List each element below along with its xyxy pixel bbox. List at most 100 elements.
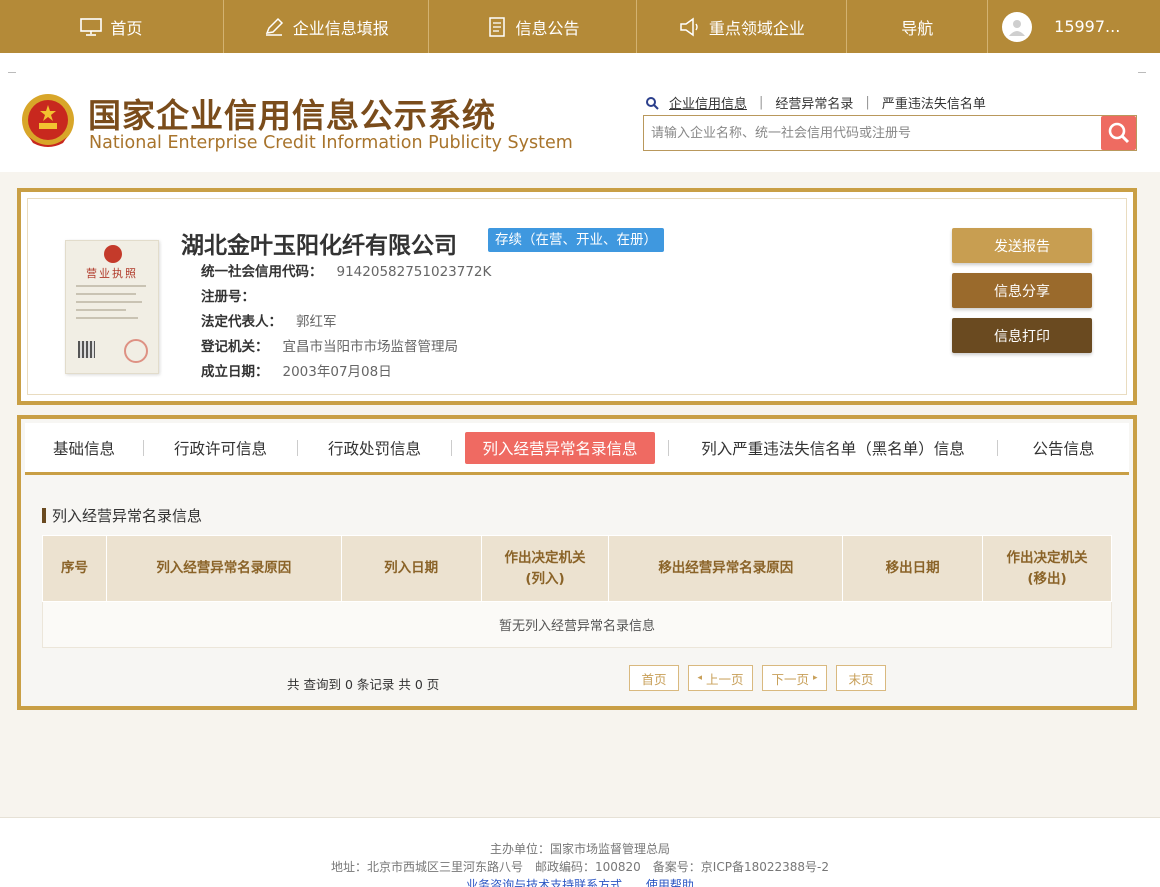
section-marker (42, 508, 46, 523)
first-page-button[interactable]: 首页 (629, 665, 679, 691)
help-link[interactable]: 使用帮助 (646, 878, 694, 887)
col-header: 移出日期 (842, 535, 984, 602)
user-name: 15997... (1054, 17, 1121, 36)
nav-item-home[interactable]: 首页 (0, 0, 224, 53)
print-info-button[interactable]: 信息打印 (952, 318, 1092, 353)
search-type-links: 企业信用信息 | 经营异常名录 | 严重违法失信名单 (645, 93, 986, 112)
next-page-button[interactable]: 下一页 ▸ (762, 665, 827, 691)
col-header: 序号 (42, 535, 107, 602)
prev-label: 上一页 (706, 671, 744, 687)
empty-message: 暂无列入经营异常名录信息 (42, 601, 1112, 648)
top-nav: 首页 企业信息填报 信息公告 重点领域企业 导航 15997... (0, 0, 1160, 53)
search-small-icon (645, 96, 659, 110)
status-badge: 存续（在营、开业、在册） (488, 228, 664, 252)
nav-label: 首页 (110, 18, 143, 38)
pager-info: 共 查询到 0 条记录 共 0 页 (287, 677, 440, 692)
col-header-line: 作出决定机关 (504, 549, 586, 566)
license-title: 营业执照 (86, 267, 138, 280)
chevron-left-icon: ◂ (697, 673, 702, 683)
share-info-button[interactable]: 信息分享 (952, 273, 1092, 308)
col-header: 列入日期 (340, 535, 482, 602)
tab-admin-license[interactable]: 行政许可信息 (144, 422, 297, 474)
tab-blacklist[interactable]: 列入严重违法失信名单（黑名单）信息 (669, 422, 997, 474)
divider (8, 72, 16, 73)
tab-label: 列入经营异常名录信息 (465, 431, 655, 464)
table-row: 暂无列入经营异常名录信息 (42, 601, 1112, 648)
footer: 主办单位：国家市场监督管理总局 地址：北京市西城区三里河东路八号 邮政编码：10… (0, 817, 1160, 887)
info-value: 2003年07月08日 (282, 364, 392, 380)
separator: | (759, 95, 764, 110)
section-title: 列入经营异常名录信息 (42, 505, 202, 526)
pagination: 首页 ◂ 上一页 下一页 ▸ 末页 (629, 665, 886, 691)
nav-label: 企业信息填报 (292, 18, 389, 38)
official-seal (124, 339, 148, 363)
search-link-credit[interactable]: 企业信用信息 (669, 93, 747, 112)
tab-basic-info[interactable]: 基础信息 (25, 422, 143, 474)
info-label: 注册号： (201, 289, 255, 305)
separator: | (865, 95, 870, 110)
license-emblem (104, 245, 122, 263)
send-report-button[interactable]: 发送报告 (952, 228, 1092, 263)
footer-address: 地址：北京市西城区三里河东路八号 邮政编码：100820 备案号：京ICP备18… (330, 860, 829, 874)
site-title: 国家企业信用信息公示系统 (88, 96, 496, 135)
search-button[interactable] (1101, 116, 1136, 150)
company-name: 湖北金叶玉阳化纤有限公司 (181, 233, 457, 259)
prev-page-button[interactable]: ◂ 上一页 (688, 665, 753, 691)
license-text-lines (76, 285, 148, 325)
site-header: 国家企业信用信息公示系统 National Enterprise Credit … (0, 53, 1160, 172)
business-license-image[interactable]: 营业执照 (65, 240, 159, 374)
user-menu[interactable]: 15997... (988, 0, 1160, 53)
info-value: 91420582751023772K (336, 264, 492, 280)
col-header-line: (列入) (525, 570, 565, 587)
company-card: 营业执照 湖北金叶玉阳化纤有限公司 存续（在营、开业、在册） 统一社会信用代码：… (17, 188, 1137, 405)
col-header-line: 作出决定机关 (1006, 549, 1088, 566)
tab-announcement[interactable]: 公告信息 (998, 422, 1129, 474)
nav-label: 信息公告 (515, 18, 580, 38)
edit-icon (263, 17, 285, 37)
col-header: 作出决定机关 (移出) (982, 535, 1112, 602)
company-info: 统一社会信用代码： 91420582751023772K 注册号： 法定代表人： 郭… (201, 260, 491, 385)
national-emblem-logo (19, 91, 77, 153)
col-header: 列入经营异常名录原因 (105, 535, 342, 602)
tab-admin-penalty[interactable]: 行政处罚信息 (298, 422, 451, 474)
col-header: 移出经营异常名录原因 (608, 535, 844, 602)
info-value: 郭红军 (296, 314, 337, 330)
nav-label: 重点领域企业 (708, 18, 805, 38)
monitor-icon (80, 17, 103, 37)
tab-abnormal-list[interactable]: 列入经营异常名录信息 (452, 422, 668, 474)
info-row-authority: 登记机关： 宜昌市当阳市市场监督管理局 (201, 335, 491, 360)
support-contact-link[interactable]: 业务咨询与技术支持联系方式 (466, 878, 622, 887)
search-input[interactable] (644, 116, 1101, 150)
info-label: 登记机关： (201, 339, 269, 355)
site-subtitle: National Enterprise Credit Information P… (89, 133, 573, 153)
info-row-founded: 成立日期： 2003年07月08日 (201, 360, 491, 385)
avatar (1002, 11, 1033, 42)
divider (1138, 72, 1146, 73)
abnormal-list-table: 序号 列入经营异常名录原因 列入日期 作出决定机关 (列入) 移出经营异常名录原因… (42, 535, 1112, 648)
info-row-reg-no: 注册号： (201, 285, 491, 310)
footer-links: 业务咨询与技术支持联系方式 使用帮助 (0, 876, 1160, 887)
info-panel: 基础信息 行政许可信息 行政处罚信息 列入经营异常名录信息 列入严重违法失信名单… (17, 415, 1137, 710)
table-header-row: 序号 列入经营异常名录原因 列入日期 作出决定机关 (列入) 移出经营异常名录原因… (42, 535, 1112, 602)
col-header-line: (移出) (1027, 570, 1067, 587)
search-link-abnormal[interactable]: 经营异常名录 (775, 93, 853, 112)
info-row-credit-code: 统一社会信用代码： 91420582751023772K (201, 260, 491, 285)
info-label: 成立日期： (201, 364, 269, 380)
nav-item-report[interactable]: 企业信息填报 (224, 0, 429, 53)
next-label: 下一页 (771, 671, 809, 687)
nav-item-announcement[interactable]: 信息公告 (429, 0, 638, 53)
col-header: 作出决定机关 (列入) (480, 535, 610, 602)
nav-item-navigation[interactable]: 导航 (847, 0, 989, 53)
qr-code-icon (78, 341, 95, 358)
search-link-blacklist[interactable]: 严重违法失信名单 (882, 93, 986, 112)
tab-bar: 基础信息 行政许可信息 行政处罚信息 列入经营异常名录信息 列入严重违法失信名单… (25, 423, 1129, 475)
search-icon (1108, 122, 1129, 144)
footer-sponsor: 主办单位：国家市场监督管理总局 (489, 842, 670, 856)
nav-item-key-sector[interactable]: 重点领域企业 (637, 0, 848, 53)
nav-label: 导航 (901, 18, 934, 38)
last-page-button[interactable]: 末页 (836, 665, 886, 691)
info-label: 法定代表人： (201, 314, 282, 330)
megaphone-icon (679, 17, 701, 37)
chevron-right-icon: ▸ (812, 673, 818, 683)
document-icon (486, 16, 508, 37)
